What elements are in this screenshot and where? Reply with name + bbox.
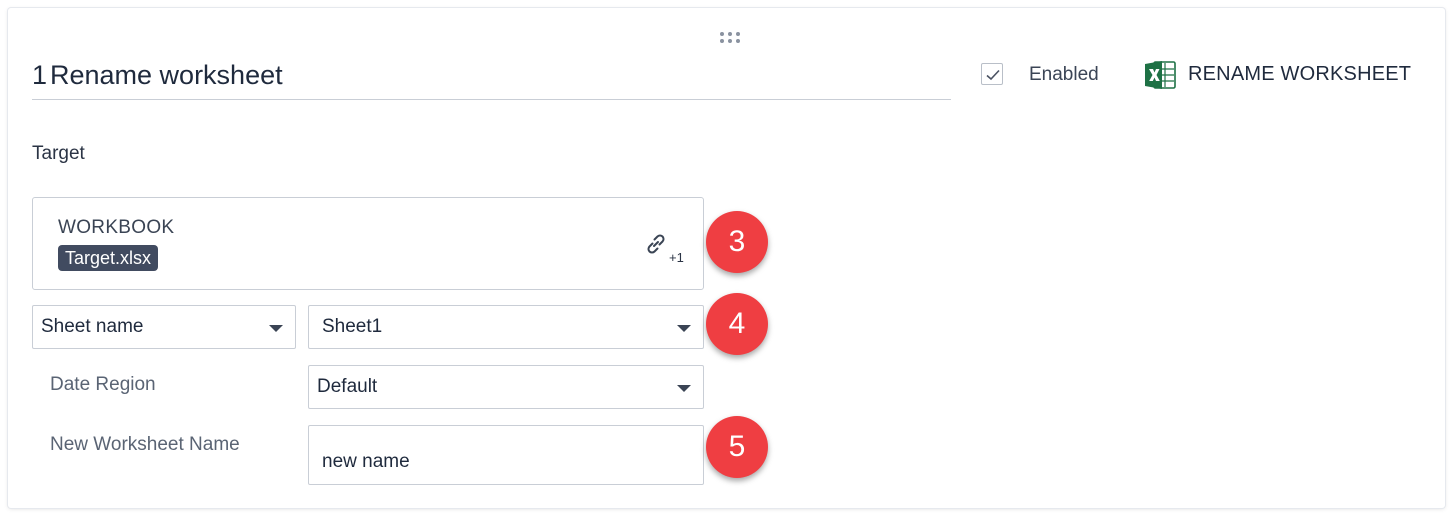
step-number: 1 bbox=[32, 60, 48, 90]
step-title-field: 1 bbox=[32, 56, 951, 100]
sheet-value: Sheet1 bbox=[322, 316, 383, 337]
action-type-title: RENAME WORKSHEET bbox=[1188, 63, 1412, 85]
chevron-down-icon bbox=[677, 325, 691, 332]
sheet-dropdown[interactable]: Sheet1 bbox=[308, 305, 704, 349]
enabled-checkbox[interactable] bbox=[981, 63, 1003, 85]
checkmark-icon bbox=[986, 69, 1000, 81]
new-worksheet-name-label: New Worksheet Name bbox=[50, 434, 240, 455]
callout-badge: 4 bbox=[706, 293, 768, 355]
workbook-chip[interactable]: Target.xlsx bbox=[58, 245, 159, 271]
enabled-label: Enabled bbox=[1029, 64, 1099, 85]
excel-icon bbox=[1145, 61, 1176, 89]
drag-handle-icon[interactable] bbox=[720, 32, 742, 46]
link-icon[interactable] bbox=[643, 231, 669, 257]
new-worksheet-name-input[interactable] bbox=[308, 425, 704, 485]
target-section-label: Target bbox=[32, 143, 85, 164]
chevron-down-icon bbox=[269, 325, 283, 332]
date-region-value: Default bbox=[317, 376, 378, 397]
callout-badge: 3 bbox=[706, 211, 768, 273]
date-region-dropdown[interactable]: Default bbox=[308, 365, 704, 409]
callout-badge: 5 bbox=[706, 416, 768, 478]
sheet-selector-value: Sheet name bbox=[41, 316, 144, 337]
step-title-input[interactable] bbox=[50, 58, 930, 92]
workbook-field[interactable]: WORKBOOK Target.xlsx bbox=[32, 197, 704, 290]
link-count: +1 bbox=[669, 250, 684, 265]
workbook-label: WORKBOOK bbox=[58, 217, 175, 238]
chevron-down-icon bbox=[677, 385, 691, 392]
date-region-label: Date Region bbox=[50, 374, 156, 395]
sheet-selector-dropdown[interactable]: Sheet name bbox=[32, 305, 296, 349]
